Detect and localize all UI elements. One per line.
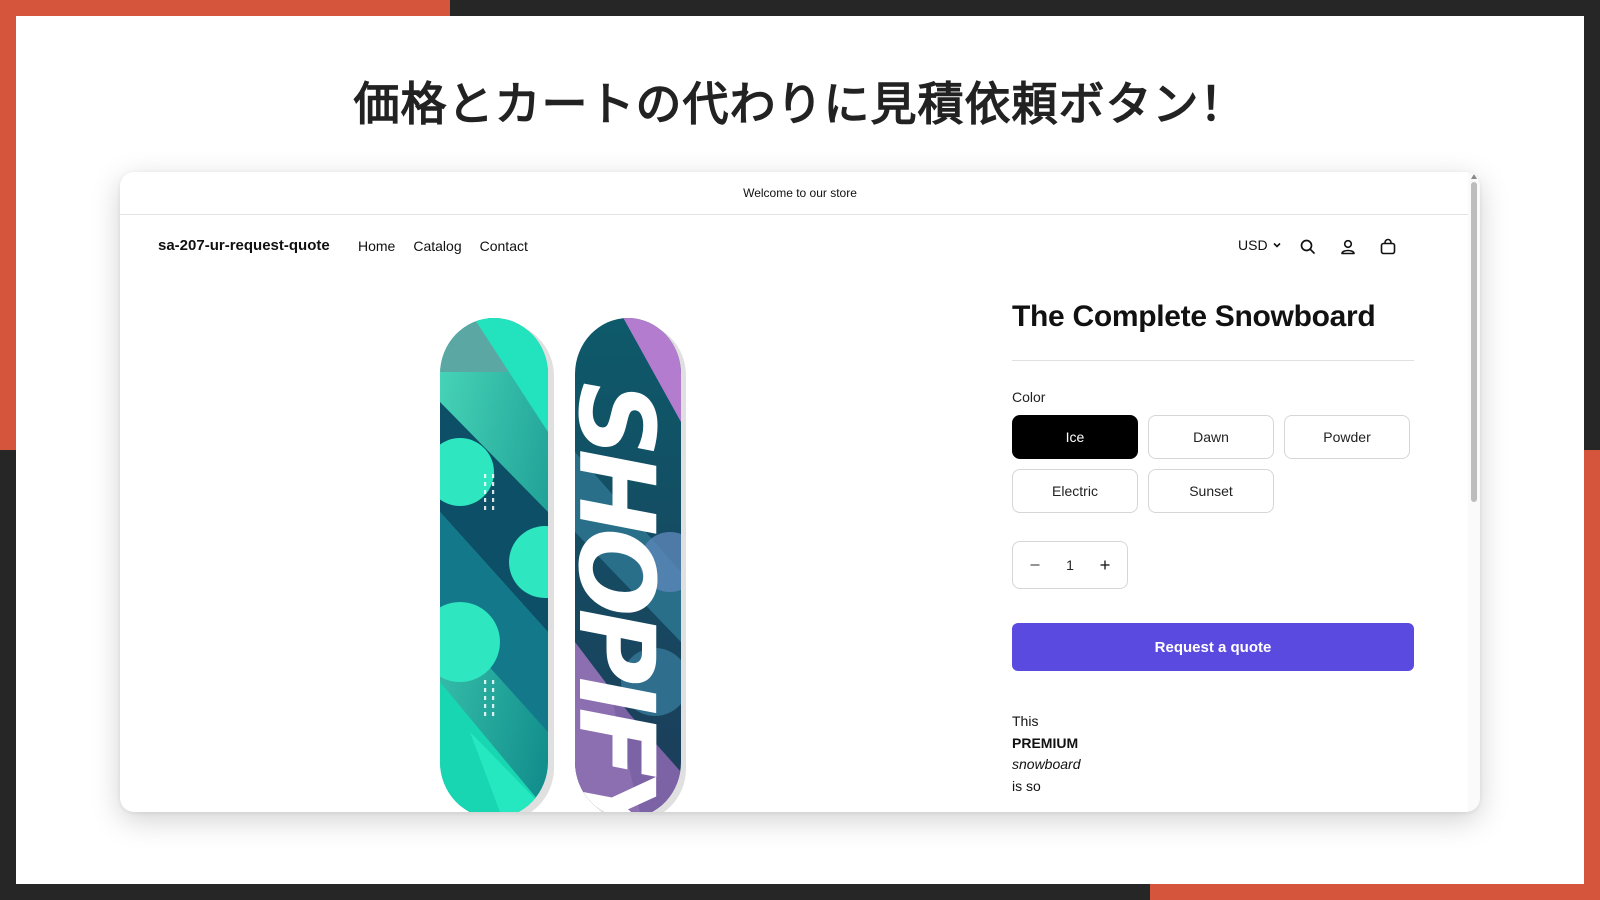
scrollbar-thumb[interactable] [1471, 182, 1477, 502]
nav-item-home[interactable]: Home [358, 238, 395, 254]
product-title: The Complete Snowboard [1012, 300, 1376, 333]
request-quote-button[interactable]: Request a quote [1012, 623, 1414, 671]
announcement-bar: Welcome to our store [120, 172, 1480, 215]
color-option-sunset[interactable]: Sunset [1148, 469, 1274, 513]
slide-canvas: 価格とカートの代わりに見積依頼ボタン！ Welcome to our store… [16, 16, 1584, 884]
nav-item-catalog[interactable]: Catalog [413, 238, 461, 254]
description-line: snowboard [1012, 756, 1081, 772]
color-option-electric[interactable]: Electric [1012, 469, 1138, 513]
scroll-up-arrow-icon[interactable] [1471, 174, 1477, 179]
product-image[interactable]: SHOPIFY [440, 312, 690, 812]
minus-icon[interactable] [1025, 559, 1045, 571]
description-line: This [1012, 713, 1039, 729]
scrollbar[interactable] [1468, 172, 1480, 812]
color-options: Ice Dawn Powder Electric Sunset [1012, 415, 1414, 513]
description-line: PREMIUM [1012, 734, 1079, 751]
color-option-ice[interactable]: Ice [1012, 415, 1138, 459]
cart-icon[interactable] [1378, 237, 1398, 257]
chevron-down-icon [1272, 242, 1281, 248]
nav-item-contact[interactable]: Contact [480, 238, 528, 254]
search-icon[interactable] [1298, 237, 1318, 257]
currency-selector[interactable]: USD [1238, 237, 1282, 253]
storefront-window: Welcome to our store sa-207-ur-request-q… [120, 172, 1480, 812]
color-option-powder[interactable]: Powder [1284, 415, 1410, 459]
title-divider [1012, 360, 1414, 361]
color-option-label: Color [1012, 389, 1046, 405]
description-line: is so [1012, 777, 1041, 794]
plus-icon[interactable] [1095, 559, 1115, 571]
quantity-value[interactable]: 1 [1066, 557, 1074, 573]
store-header: sa-207-ur-request-quote Home Catalog Con… [120, 215, 1468, 279]
main-nav: Home Catalog Contact [358, 238, 528, 254]
board-graphic-text: SHOPIFY [555, 382, 677, 812]
quantity-stepper: 1 [1012, 541, 1128, 589]
product-info: The Complete Snowboard Color Ice Dawn Po… [1012, 300, 1414, 797]
slide-headline: 価格とカートの代わりに見積依頼ボタン！ [353, 77, 1247, 131]
store-logo[interactable]: sa-207-ur-request-quote [158, 237, 330, 254]
account-icon[interactable] [1338, 237, 1358, 257]
color-option-dawn[interactable]: Dawn [1148, 415, 1274, 459]
currency-label: USD [1238, 237, 1268, 253]
product-description: This PREMIUM snowboard is so [1012, 711, 1102, 797]
